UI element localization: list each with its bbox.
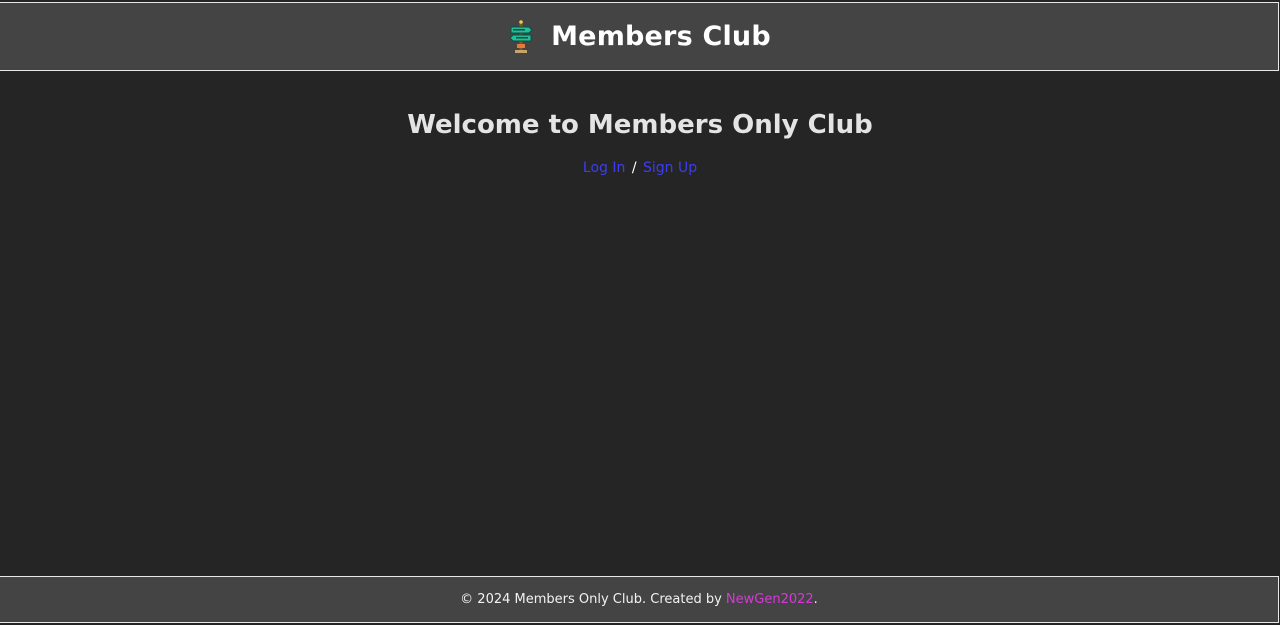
auth-links: Log In / Sign Up [0, 159, 1280, 177]
signup-link[interactable]: Sign Up [643, 160, 697, 176]
site-title: Members Club [551, 21, 771, 52]
page: Members Club Welcome to Members Only Clu… [0, 0, 1280, 625]
welcome-heading: Welcome to Members Only Club [407, 110, 873, 140]
copyright-text: © 2024 Members Only Club. Created by [460, 592, 722, 607]
main-content: Welcome to Members Only Club Log In / Si… [0, 71, 1280, 576]
auth-separator: / [631, 160, 637, 176]
creator-link[interactable]: NewGen2022 [726, 592, 814, 607]
site-footer: © 2024 Members Only Club. Created by New… [0, 576, 1279, 623]
site-header: Members Club [0, 2, 1279, 71]
signpost-icon [509, 19, 533, 53]
footer-period: . [813, 592, 818, 607]
login-link[interactable]: Log In [583, 160, 625, 176]
